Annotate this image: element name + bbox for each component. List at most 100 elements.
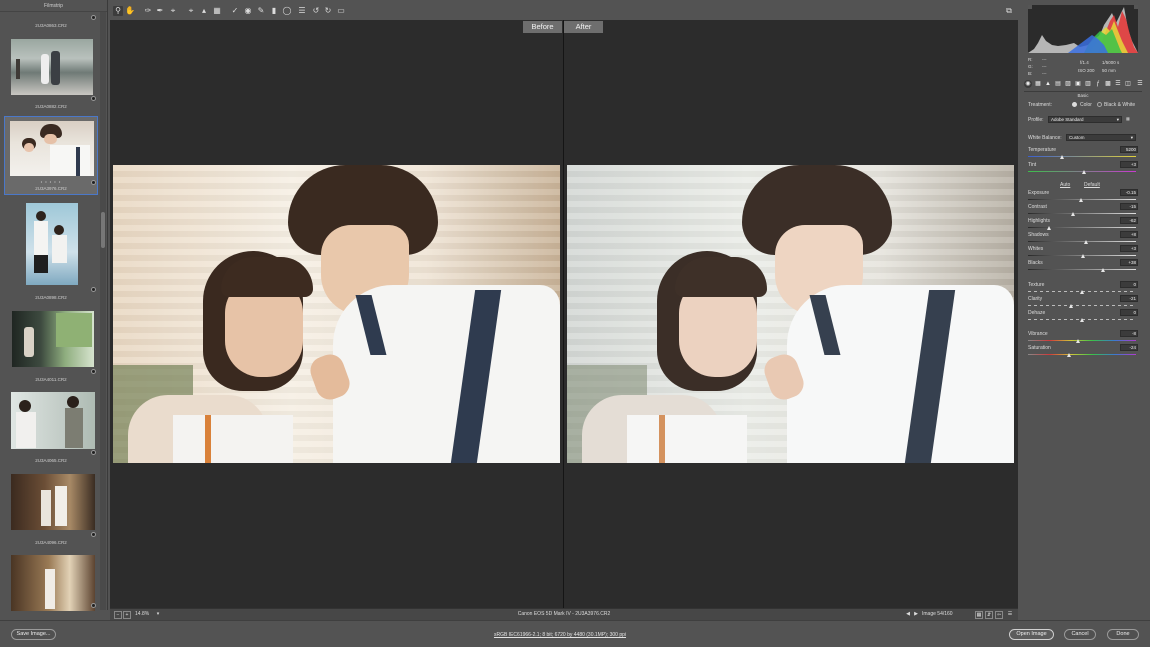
rotate-left-icon[interactable]: ↺ — [311, 6, 321, 16]
spot-removal-icon[interactable]: ✓ — [230, 6, 240, 16]
slider-value[interactable]: +8 — [1120, 231, 1138, 238]
filmstrip-item-selected[interactable]: • • • • • 2U3A3976.CR2 — [4, 116, 98, 196]
filmstrip-scrollbar[interactable] — [100, 12, 106, 610]
temperature-track[interactable] — [1028, 156, 1136, 157]
slider-knob[interactable] — [1046, 226, 1051, 230]
slider-clarity[interactable]: Clarity -21 — [1028, 295, 1138, 308]
zoom-icon[interactable]: ⚲ — [113, 6, 123, 16]
profile-browser-icon[interactable]: ▦ — [1126, 116, 1130, 121]
temperature-slider[interactable]: Temperature 5200 — [1028, 146, 1138, 159]
open-image-button[interactable]: Open Image — [1009, 629, 1054, 640]
slider-knob[interactable] — [1075, 339, 1080, 343]
before-after-toggle-icon[interactable]: ▦ — [975, 611, 983, 619]
radial-filter-icon[interactable]: ◯ — [282, 6, 292, 16]
rating-stars[interactable]: • • • • • — [4, 179, 98, 184]
slider-shadows[interactable]: Shadows +8 — [1028, 231, 1138, 244]
slider-dehaze[interactable]: Dehaze 0 — [1028, 309, 1138, 322]
slider-knob[interactable] — [1080, 290, 1084, 294]
filmstrip-item[interactable]: 2U3A0882.CR2 — [4, 34, 98, 114]
slider-track[interactable] — [1028, 340, 1136, 341]
slider-value[interactable]: -62 — [1120, 217, 1138, 224]
white-balance-icon[interactable]: ✑ — [143, 6, 153, 16]
tab-calibration-icon[interactable]: ▩ — [1104, 80, 1112, 88]
slider-blacks[interactable]: Blacks +38 — [1028, 259, 1138, 272]
slider-knob[interactable] — [1084, 240, 1089, 244]
slider-track[interactable] — [1028, 305, 1136, 306]
default-link[interactable]: Default — [1084, 182, 1100, 188]
done-button[interactable]: Done — [1107, 629, 1139, 640]
tab-effects-icon[interactable]: ƒ — [1094, 80, 1102, 88]
slider-value[interactable]: -15 — [1120, 203, 1138, 210]
slider-value[interactable]: +38 — [1120, 259, 1138, 266]
slider-knob[interactable] — [1100, 268, 1105, 272]
targeted-adjustment-icon[interactable]: ⌖ — [168, 6, 178, 16]
slider-value[interactable]: 0 — [1120, 281, 1138, 288]
graduated-filter-icon[interactable]: ▮ — [269, 6, 279, 16]
slider-saturation[interactable]: Saturation -24 — [1028, 344, 1138, 357]
slider-track[interactable] — [1028, 241, 1136, 242]
next-image-icon[interactable]: ▶ — [912, 611, 920, 619]
white-balance-dropdown[interactable]: Custom ▾ — [1066, 134, 1136, 141]
zoom-dropdown-icon[interactable]: ▾ — [154, 611, 162, 619]
filmstrip-item[interactable]: 2U3A4096.CR2 — [4, 470, 98, 550]
filmstrip-item[interactable] — [4, 551, 98, 611]
tab-tone-curve-icon[interactable]: ▦ — [1034, 80, 1042, 88]
tint-knob[interactable] — [1082, 170, 1086, 174]
filmstrip-item[interactable]: 2U3A0898.CR2 — [4, 201, 98, 305]
tab-snapshots-icon[interactable]: ◫ — [1124, 80, 1132, 88]
slider-exposure[interactable]: Exposure -0.15 — [1028, 189, 1138, 202]
slider-knob[interactable] — [1071, 212, 1076, 216]
zoom-level[interactable]: 14.8% — [135, 611, 149, 617]
tab-basic-icon[interactable]: ◉ — [1024, 80, 1032, 88]
auto-link[interactable]: Auto — [1060, 182, 1070, 188]
filmstrip-item[interactable]: 2U3A4011.CR2 — [4, 307, 98, 387]
filmstrip-item[interactable]: 2U3A4065.CR2 — [4, 388, 98, 468]
slider-knob[interactable] — [1069, 304, 1074, 308]
slider-track[interactable] — [1028, 354, 1136, 355]
trash-icon[interactable]: ▭ — [336, 6, 346, 16]
slider-value[interactable]: 0 — [1120, 309, 1138, 316]
temperature-knob[interactable] — [1060, 155, 1064, 159]
color-radio[interactable] — [1072, 102, 1077, 107]
slider-value[interactable]: -24 — [1120, 344, 1138, 351]
slider-value[interactable]: +3 — [1120, 245, 1138, 252]
bw-radio[interactable] — [1097, 102, 1102, 107]
zoom-in-button[interactable]: + — [123, 611, 131, 619]
slider-knob[interactable] — [1078, 198, 1083, 202]
slider-knob[interactable] — [1067, 353, 1071, 357]
filmstrip-item[interactable]: 2U3A0863.CR2 — [4, 12, 98, 30]
filmstrip-scroll-thumb[interactable] — [101, 212, 105, 248]
slider-texture[interactable]: Texture 0 — [1028, 281, 1138, 294]
transform-icon[interactable]: ▦ — [212, 6, 222, 16]
straighten-icon[interactable]: ▴ — [199, 6, 209, 16]
rotate-right-icon[interactable]: ↻ — [323, 6, 333, 16]
slider-knob[interactable] — [1080, 318, 1084, 322]
tab-detail-icon[interactable]: ▲ — [1044, 80, 1052, 88]
fullscreen-icon[interactable]: ⧉ — [1004, 6, 1014, 16]
swap-settings-icon[interactable]: ⇵ — [985, 611, 993, 619]
slider-highlights[interactable]: Highlights -62 — [1028, 217, 1138, 230]
fit-view-button[interactable]: − — [114, 611, 122, 619]
workflow-options-link[interactable]: sRGB IEC61966-2.1; 8 bit; 6720 by 4480 (… — [420, 632, 700, 638]
hand-icon[interactable]: ✋ — [125, 6, 135, 16]
slider-contrast[interactable]: Contrast -15 — [1028, 203, 1138, 216]
slider-track[interactable] — [1028, 213, 1136, 214]
temperature-value[interactable]: 5200 — [1120, 146, 1138, 153]
preferences-icon[interactable]: ☰ — [297, 6, 307, 16]
save-image-button[interactable]: Save Image... — [11, 629, 56, 640]
tab-split-toning-icon[interactable]: ▨ — [1064, 80, 1072, 88]
panel-menu-icon[interactable]: ☰ — [1136, 80, 1144, 88]
tab-lens-icon[interactable]: ▣ — [1074, 80, 1082, 88]
slider-track[interactable] — [1028, 227, 1136, 228]
crop-icon[interactable]: ⌖ — [186, 6, 196, 16]
slider-value[interactable]: -21 — [1120, 295, 1138, 302]
slider-value[interactable]: -8 — [1120, 330, 1138, 337]
tint-slider[interactable]: Tint +3 — [1028, 161, 1138, 174]
tint-value[interactable]: +3 — [1120, 161, 1138, 168]
profile-dropdown[interactable]: Adobe Standard ▾ — [1048, 116, 1122, 123]
tab-transform-icon[interactable]: ▥ — [1084, 80, 1092, 88]
slider-track[interactable] — [1028, 269, 1136, 270]
slider-value[interactable]: -0.15 — [1120, 189, 1138, 196]
slider-vibrance[interactable]: Vibrance -8 — [1028, 330, 1138, 343]
toggle-default-icon[interactable]: ☰ — [1006, 611, 1014, 619]
